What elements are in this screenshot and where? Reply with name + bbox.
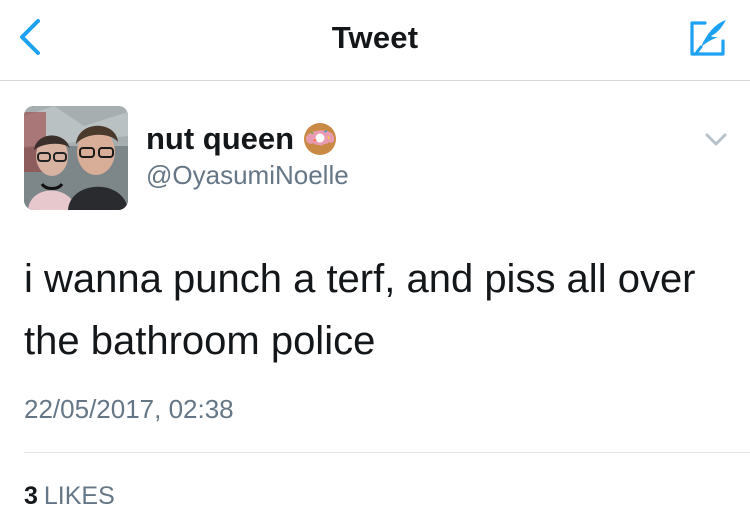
likes-label: LIKES (43, 482, 115, 510)
divider (24, 452, 750, 453)
tweet-detail-screen: Tweet nut queen @OyasumiNoelle i wanna p… (0, 0, 750, 527)
likes-count-link[interactable]: 3 LIKES (24, 482, 115, 511)
compose-tweet-button[interactable] (684, 14, 732, 62)
tweet-text: i wanna punch a terf, and piss all over … (24, 257, 696, 363)
avatar[interactable] (24, 106, 128, 210)
tweet-timestamp: 22/05/2017, 02:38 (24, 394, 234, 424)
profile-photo (24, 106, 128, 210)
compose-tweet-icon (690, 20, 726, 56)
tweet-options-button[interactable] (702, 128, 730, 150)
donut-icon (304, 123, 337, 155)
author-name-text: nut queen (146, 121, 295, 156)
author-handle[interactable]: @OyasumiNoelle (146, 160, 349, 191)
chevron-down-icon (705, 133, 727, 146)
author-name[interactable]: nut queen (146, 121, 338, 157)
page-title: Tweet (331, 20, 419, 55)
navigation-bar: Tweet (0, 0, 750, 81)
likes-count: 3 (24, 482, 38, 510)
